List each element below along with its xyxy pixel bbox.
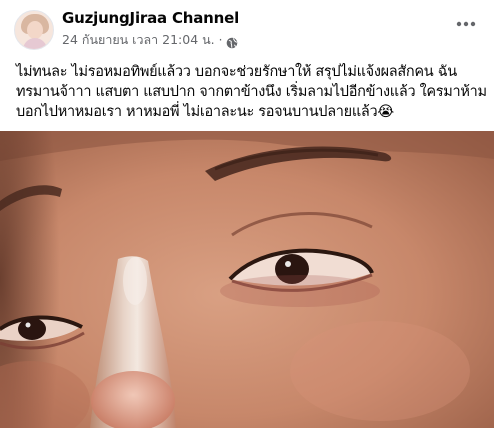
post-timestamp[interactable]: 24 กันยายน เวลา 21:04 น.	[62, 30, 215, 50]
post-header: GuzjungJiraa Channel 24 กันยายน เวลา 21:…	[0, 0, 494, 56]
post-body-text: ไม่ทนละ ไม่รอหมอทิพย์แล้วว บอกจะช่วยรักษ…	[16, 62, 487, 122]
post-text-line: ไม่ทนละ ไม่รอหมอทิพย์แล้วว บอกจะช่วยรักษ…	[16, 64, 457, 80]
post-text-line: บอกไปหาหมอเรา หาหมอพี่ ไม่เอาละนะ รอจนบา…	[16, 104, 394, 120]
author-avatar[interactable]	[14, 10, 54, 50]
post-text-line: ทรมานจ้าาา แสบตา แสบปาก จากตาข้างนึง เริ…	[16, 84, 487, 100]
meta-separator: ·	[218, 33, 223, 47]
author-name[interactable]: GuzjungJiraa Channel	[62, 9, 239, 27]
post-photo[interactable]	[0, 131, 494, 428]
more-horizontal-icon	[456, 21, 476, 27]
post-meta: 24 กันยายน เวลา 21:04 น. ·	[62, 31, 238, 49]
globe-icon[interactable]	[226, 34, 238, 49]
post-options-button[interactable]	[454, 12, 478, 36]
